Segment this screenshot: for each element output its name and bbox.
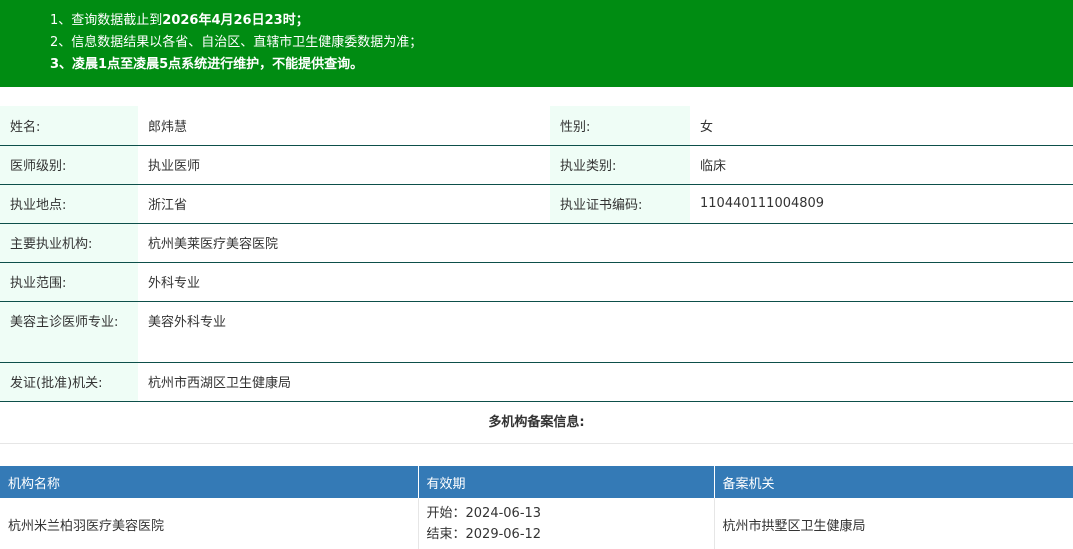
notice-line-3-prefix: 3、 [50, 57, 73, 72]
cert-value: 110440111004809 [690, 184, 1073, 224]
info-row-issuer: 发证(批准)机关: 杭州市西湖区卫生健康局 [0, 362, 1073, 402]
multi-institution-title: 多机构备案信息: [0, 402, 1073, 444]
notice-line-1: 1、查询数据截止到2026年4月26日23时； [50, 10, 1073, 32]
cosmetic-value: 美容外科专业 [138, 301, 1073, 363]
registration-header-row: 机构名称 有效期 备案机关 [0, 466, 1073, 498]
validity-end: 结束：2029-06-12 [426, 527, 542, 542]
registration-authority: 杭州市拱墅区卫生健康局 [722, 518, 866, 534]
header-institution-name: 机构名称 [0, 466, 419, 498]
level-label: 医师级别: [0, 145, 138, 185]
cert-label: 执业证书编码: [550, 184, 690, 224]
category-label: 执业类别: [550, 145, 690, 185]
info-row-level: 医师级别: 执业医师 执业类别: 临床 [0, 145, 1073, 185]
doctor-info-table: 姓名: 郎炜慧 性别: 女 医师级别: 执业医师 执业类别: 临床 执业地点: … [0, 106, 1073, 402]
info-row-name: 姓名: 郎炜慧 性别: 女 [0, 106, 1073, 146]
info-row-location: 执业地点: 浙江省 执业证书编码: 110440111004809 [0, 184, 1073, 224]
location-label: 执业地点: [0, 184, 138, 224]
gender-value: 女 [690, 106, 1073, 146]
issuer-value: 杭州市西湖区卫生健康局 [138, 362, 1073, 402]
registration-validity: 开始：2024-06-13 结束：2029-06-12 [418, 498, 715, 549]
info-row-scope: 执业范围: 外科专业 [0, 262, 1073, 302]
registration-table: 机构名称 有效期 备案机关 杭州米兰柏羽医疗美容医院 开始：2024-06-13… [0, 466, 1073, 549]
info-row-cosmetic: 美容主诊医师专业: 美容外科专业 [0, 301, 1073, 363]
notice-line-1-text: 1、查询数据截止到 [50, 13, 163, 28]
institution-label: 主要执业机构: [0, 223, 138, 263]
notice-banner: 1、查询数据截止到2026年4月26日23时； 2、信息数据结果以各省、自治区、… [0, 0, 1073, 87]
name-value: 郎炜慧 [138, 106, 550, 146]
info-row-institution: 主要执业机构: 杭州美莱医疗美容医院 [0, 223, 1073, 263]
registration-institution: 杭州米兰柏羽医疗美容医院 [0, 498, 419, 549]
gender-label: 性别: [550, 106, 690, 146]
notice-maintenance-window: 凌晨1点至凌晨5点 [72, 57, 182, 72]
name-label: 姓名: [0, 106, 138, 146]
scope-label: 执业范围: [0, 262, 138, 302]
table-row: 杭州米兰柏羽医疗美容医院 开始：2024-06-13 结束：2029-06-12… [0, 498, 1073, 549]
header-validity: 有效期 [418, 466, 715, 498]
notice-line-2: 2、信息数据结果以各省、自治区、直辖市卫生健康委数据为准； [50, 35, 423, 50]
category-value: 临床 [690, 145, 1073, 185]
institution-value: 杭州美莱医疗美容医院 [138, 223, 1073, 263]
level-value: 执业医师 [138, 145, 550, 185]
notice-line-3: 3、凌晨1点至凌晨5点系统进行维护，不能提供查询。 [50, 54, 1073, 76]
header-authority: 备案机关 [714, 466, 1073, 498]
issuer-label: 发证(批准)机关: [0, 362, 138, 402]
validity-start: 开始：2024-06-13 [426, 506, 542, 521]
scope-value: 外科专业 [138, 262, 1073, 302]
location-value: 浙江省 [138, 184, 550, 224]
notice-line-3-suffix: 系统进行维护，不能提供查询。 [181, 57, 364, 72]
notice-cutoff-date: 2026年4月26日23时； [162, 13, 309, 28]
cosmetic-label: 美容主诊医师专业: [0, 301, 138, 363]
